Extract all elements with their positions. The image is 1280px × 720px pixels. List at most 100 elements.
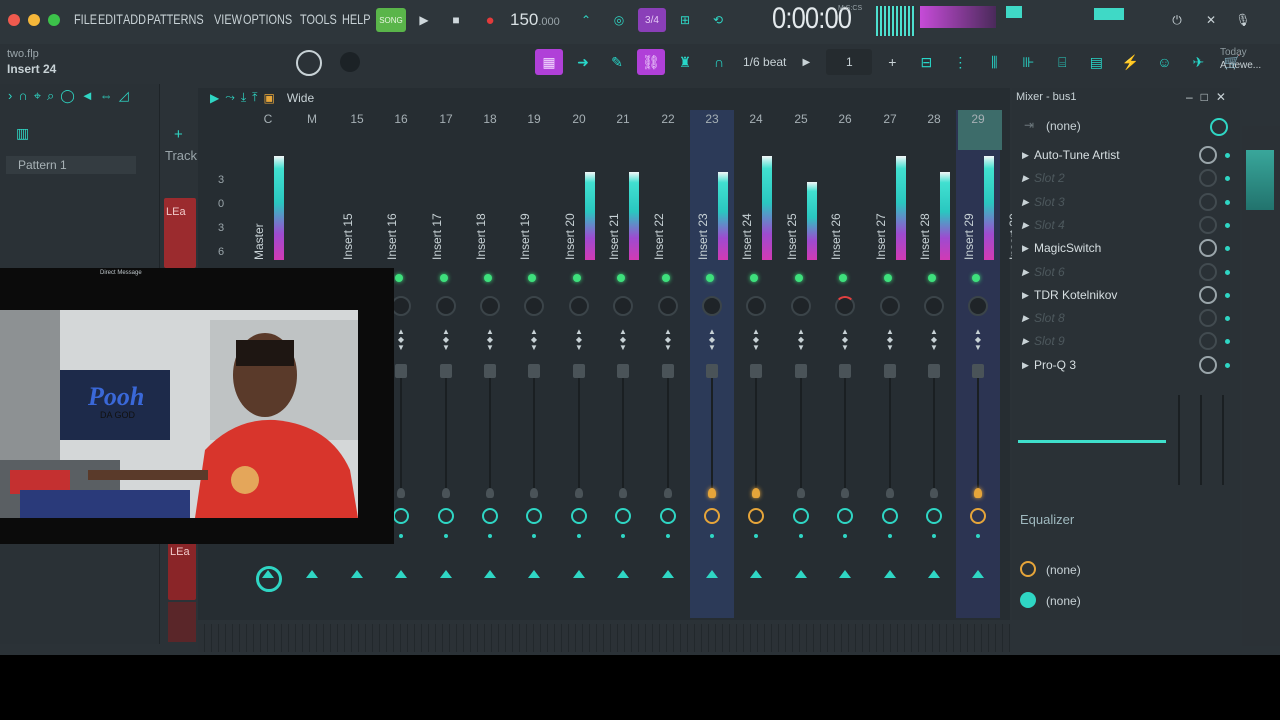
slot-mix-knob[interactable] bbox=[1199, 356, 1217, 374]
mixer-track[interactable]: 23 Insert 23 ▲ ◆ ▼ bbox=[690, 110, 734, 618]
effect-slot[interactable]: ▶ Slot 4 bbox=[1018, 215, 1196, 235]
mixer-view-mode[interactable]: Wide bbox=[287, 91, 314, 105]
chevron-right-icon[interactable]: ▶ bbox=[1022, 285, 1029, 305]
mute-led[interactable] bbox=[928, 274, 936, 282]
lead-clip[interactable]: LEa bbox=[164, 198, 196, 268]
add-pattern-icon[interactable]: + bbox=[878, 49, 906, 75]
mute-led[interactable] bbox=[484, 274, 492, 282]
chevron-right-icon[interactable]: ▶ bbox=[1022, 262, 1029, 282]
magnet-icon[interactable]: ∩ bbox=[18, 88, 27, 104]
stereo-separation-slider[interactable] bbox=[1018, 440, 1166, 443]
send-knob[interactable] bbox=[482, 508, 498, 524]
sliders-icon[interactable]: ⊪ bbox=[1014, 49, 1042, 75]
add-track-icon[interactable]: + bbox=[174, 126, 183, 143]
mixer-track[interactable]: 21 Insert 21 ▲ ◆ ▼ bbox=[601, 110, 645, 618]
volume-fader[interactable] bbox=[573, 364, 585, 378]
volume-fader[interactable] bbox=[706, 364, 718, 378]
send-arrow-icon[interactable] bbox=[351, 570, 363, 578]
send-arrow-icon[interactable] bbox=[484, 570, 496, 578]
magnet-icon[interactable]: ∩ bbox=[705, 49, 733, 75]
slot-mix-knob[interactable] bbox=[1199, 193, 1217, 211]
input-selector[interactable]: (none) bbox=[1046, 119, 1081, 133]
snap-selector[interactable]: 1/6 beat bbox=[743, 55, 786, 69]
slot-enable-led[interactable] bbox=[1225, 316, 1230, 321]
slot-enable-led[interactable] bbox=[1225, 363, 1230, 368]
lead-clip-3[interactable] bbox=[168, 602, 196, 642]
slot-enable-led[interactable] bbox=[1225, 270, 1230, 275]
slot-enable-led[interactable] bbox=[1225, 293, 1230, 298]
volume-fader[interactable] bbox=[484, 364, 496, 378]
send-arrow-icon[interactable] bbox=[706, 570, 718, 578]
volume-fader-track[interactable] bbox=[667, 368, 669, 488]
menu-options[interactable]: OPTIONS bbox=[243, 11, 292, 27]
mute-led[interactable] bbox=[662, 274, 670, 282]
mixer-track[interactable]: 19 Insert 19 ▲ ◆ ▼ bbox=[512, 110, 556, 618]
send-knob[interactable] bbox=[615, 508, 631, 524]
slot-mix-knob[interactable] bbox=[1199, 146, 1217, 164]
volume-fader[interactable] bbox=[528, 364, 540, 378]
mixer-track[interactable]: 28 Insert 28 ▲ ◆ ▼ bbox=[912, 110, 956, 618]
speaker-icon[interactable]: ◄ bbox=[81, 88, 94, 104]
pan-knob[interactable] bbox=[746, 296, 766, 316]
slot-mix-knob[interactable] bbox=[1199, 216, 1217, 234]
fx-enable-icon[interactable] bbox=[930, 488, 938, 498]
send-arrow-icon[interactable] bbox=[750, 570, 762, 578]
mute-led[interactable] bbox=[972, 274, 980, 282]
menu-view[interactable]: VIEW bbox=[214, 11, 242, 27]
volume-fader[interactable] bbox=[617, 364, 629, 378]
stamp-icon[interactable]: ♜ bbox=[671, 49, 699, 75]
expand-icon[interactable]: ⇔ bbox=[100, 88, 113, 104]
effect-slot[interactable]: ▶ Slot 6 bbox=[1018, 262, 1196, 282]
gauge-icon[interactable] bbox=[1210, 118, 1228, 136]
menu-file[interactable]: FILE bbox=[74, 11, 97, 27]
menu-patterns[interactable]: PATTERNS bbox=[147, 11, 204, 27]
record-button[interactable]: ● bbox=[478, 8, 502, 32]
volume-fader-track[interactable] bbox=[977, 368, 979, 488]
pan-knob[interactable] bbox=[968, 296, 988, 316]
plugin-icon[interactable]: ⚡ bbox=[1116, 49, 1144, 75]
mute-led[interactable] bbox=[795, 274, 803, 282]
send-knob[interactable] bbox=[526, 508, 542, 524]
fx-enable-icon[interactable] bbox=[619, 488, 627, 498]
send-knob[interactable] bbox=[438, 508, 454, 524]
effect-slot[interactable]: ▶ Slot 2 bbox=[1018, 168, 1196, 188]
pencil-icon[interactable]: ✎ bbox=[603, 49, 631, 75]
volume-fader[interactable] bbox=[795, 364, 807, 378]
send-arrow-icon[interactable] bbox=[395, 570, 407, 578]
master-send-knob[interactable] bbox=[256, 566, 282, 592]
volume-fader-track[interactable] bbox=[889, 368, 891, 488]
metronome-icon[interactable]: ⌃ bbox=[574, 8, 598, 32]
mixer-track[interactable]: 22 Insert 22 ▲ ◆ ▼ bbox=[646, 110, 690, 618]
play-arrow-icon[interactable]: ▶ bbox=[792, 49, 820, 75]
wait-icon[interactable]: ◎ bbox=[606, 8, 632, 32]
pan-knob[interactable] bbox=[702, 296, 722, 316]
volume-fader-track[interactable] bbox=[844, 368, 846, 488]
slot-enable-led[interactable] bbox=[1225, 223, 1230, 228]
chevron-right-icon[interactable]: ▶ bbox=[1022, 215, 1029, 235]
chevron-right-icon[interactable]: ▶ bbox=[1022, 331, 1029, 351]
fx-enable-icon[interactable] bbox=[575, 488, 583, 498]
download-icon[interactable]: ⤓ bbox=[241, 90, 246, 105]
search-icon[interactable]: ⌕ bbox=[47, 88, 54, 104]
send-knob[interactable] bbox=[393, 508, 409, 524]
mixer-track[interactable]: 27 Insert 27 ▲ ◆ ▼ bbox=[868, 110, 912, 618]
slot-enable-led[interactable] bbox=[1225, 246, 1230, 251]
menu-help[interactable]: HELP bbox=[342, 11, 371, 27]
fx-enable-icon[interactable] bbox=[708, 488, 716, 498]
send-knob[interactable] bbox=[970, 508, 986, 524]
menu-add[interactable]: ADD bbox=[123, 11, 146, 27]
pan-knob[interactable] bbox=[880, 296, 900, 316]
effect-slot[interactable]: ▶ Slot 9 bbox=[1018, 331, 1196, 351]
slot-mix-knob[interactable] bbox=[1199, 286, 1217, 304]
mute-led[interactable] bbox=[839, 274, 847, 282]
mute-led[interactable] bbox=[617, 274, 625, 282]
volume-fader-track[interactable] bbox=[755, 368, 757, 488]
volume-fader[interactable] bbox=[839, 364, 851, 378]
graph-icon[interactable]: ◿ bbox=[119, 88, 129, 104]
volume-fader-track[interactable] bbox=[711, 368, 713, 488]
send-arrow-icon[interactable] bbox=[617, 570, 629, 578]
send-arrow-icon[interactable] bbox=[972, 570, 984, 578]
panel-window-buttons[interactable]: –□✕ bbox=[1186, 90, 1234, 104]
fx-enable-icon[interactable] bbox=[486, 488, 494, 498]
send-arrow-icon[interactable] bbox=[928, 570, 940, 578]
